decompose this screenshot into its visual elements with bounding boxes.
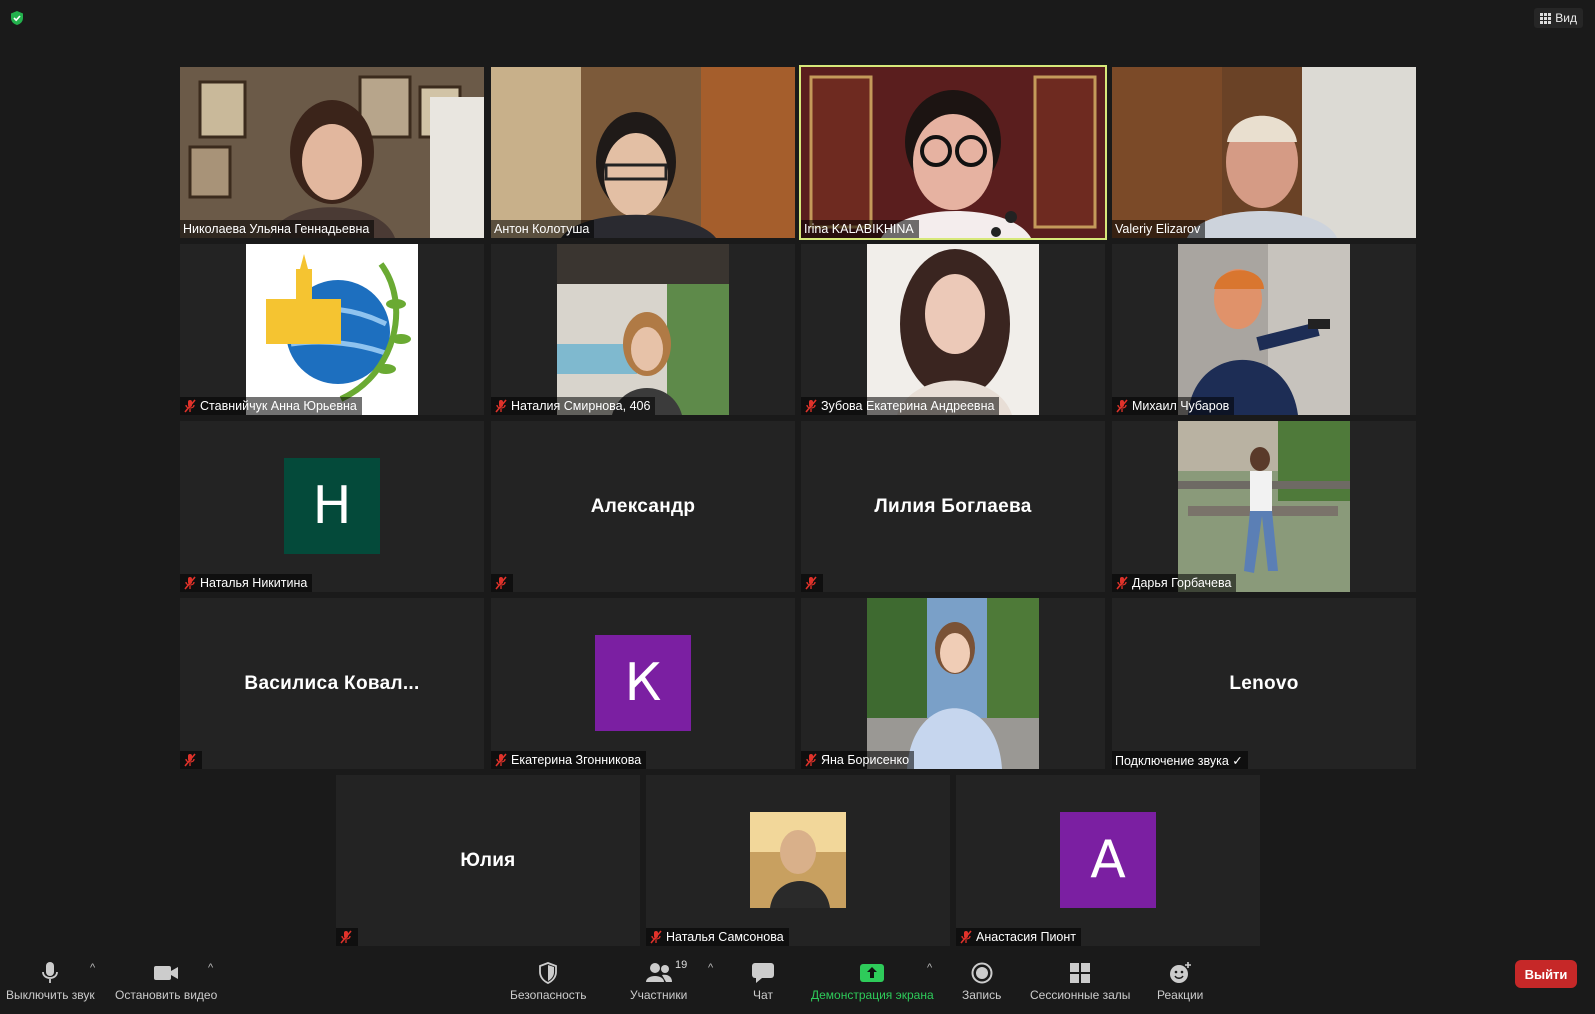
participant-name-label: Михаил Чубаров: [1112, 397, 1235, 415]
profile-picture-logo: [246, 244, 418, 415]
video-tile[interactable]: Valeriy Elizarov: [1112, 67, 1416, 238]
view-button[interactable]: Вид: [1534, 8, 1583, 28]
audio-options-caret[interactable]: ^: [90, 962, 95, 974]
profile-picture: [557, 244, 729, 415]
participant-name-label: [336, 928, 358, 946]
video-tile-active-speaker[interactable]: Irina KALABIKHINA: [799, 65, 1107, 240]
participant-name-label: Николаева Ульяна Геннадьевна: [180, 220, 375, 238]
participant-name-label: [180, 751, 202, 769]
muted-mic-icon: [184, 399, 196, 413]
participant-name-label: Дарья Горбачева: [1112, 574, 1237, 592]
muted-mic-icon: [805, 753, 817, 767]
mute-button[interactable]: Выключить звук: [6, 958, 95, 1002]
muted-mic-icon: [495, 753, 507, 767]
meeting-toolbar: Выключить звук ^ Остановить видео ^ Безо…: [0, 952, 1595, 1014]
participant-name-label: Irina KALABIKHINA: [801, 220, 919, 238]
video-tile[interactable]: Василиса Ковал...: [180, 598, 484, 769]
participant-name-label: Valeriy Elizarov: [1112, 220, 1206, 238]
participant-name-label: Наталья Самсонова: [646, 928, 789, 946]
participants-icon: [645, 963, 672, 982]
video-tile[interactable]: К Екатерина Згонникова: [491, 598, 795, 769]
participant-display-name: Юлия: [460, 849, 516, 871]
share-screen-button[interactable]: Демонстрация экрана: [811, 958, 934, 1002]
video-tile[interactable]: Наталья Самсонова: [646, 775, 950, 946]
record-button[interactable]: Запись: [962, 958, 1001, 1002]
share-options-caret[interactable]: ^: [927, 962, 932, 974]
profile-picture: [867, 598, 1039, 769]
breakout-rooms-icon: [1070, 963, 1091, 983]
participant-name-label: Наталия Смирнова, 406: [491, 397, 656, 415]
video-options-caret[interactable]: ^: [208, 962, 213, 974]
participant-display-name: Лилия Боглаева: [874, 495, 1032, 517]
video-tile[interactable]: Ставнийчук Анна Юрьевна: [180, 244, 484, 415]
video-tile[interactable]: А Анастасия Пионт: [956, 775, 1260, 946]
participant-display-name: Александр: [590, 495, 696, 517]
participant-video: [491, 67, 795, 238]
video-tile[interactable]: Зубова Екатерина Андреевна: [801, 244, 1105, 415]
video-tile[interactable]: Lenovo Подключение звука ✓: [1112, 598, 1416, 769]
profile-picture: [1178, 244, 1350, 415]
video-tile[interactable]: Антон Колотуша: [491, 67, 795, 238]
video-tile[interactable]: Александр: [491, 421, 795, 592]
participant-name-label: Зубова Екатерина Андреевна: [801, 397, 1000, 415]
view-label: Вид: [1555, 11, 1577, 25]
participant-name-label: Екатерина Згонникова: [491, 751, 647, 769]
record-icon: [971, 962, 993, 984]
avatar-letter: А: [1060, 812, 1156, 908]
share-screen-icon: [860, 964, 885, 982]
breakout-rooms-button[interactable]: Сессионные залы: [1030, 958, 1130, 1002]
participant-name-label: [491, 574, 513, 592]
participant-name-label: Наталья Никитина: [180, 574, 313, 592]
security-button[interactable]: Безопасность: [510, 958, 587, 1002]
muted-mic-icon: [184, 753, 196, 767]
muted-mic-icon: [495, 576, 507, 590]
muted-mic-icon: [805, 399, 817, 413]
video-tile[interactable]: Михаил Чубаров: [1112, 244, 1416, 415]
participant-video: [801, 67, 1105, 238]
leave-meeting-button[interactable]: Выйти: [1515, 960, 1577, 988]
muted-mic-icon: [960, 930, 972, 944]
participant-name-label: Подключение звука ✓: [1112, 751, 1248, 769]
video-tile[interactable]: Наталия Смирнова, 406: [491, 244, 795, 415]
chat-button[interactable]: Чат: [751, 958, 775, 1002]
avatar-letter: Н: [284, 458, 380, 554]
profile-picture: [867, 244, 1039, 415]
participant-name-label: [801, 574, 823, 592]
avatar-letter: К: [595, 635, 691, 731]
microphone-icon: [42, 962, 59, 983]
participant-name-label: Антон Колотуша: [491, 220, 595, 238]
video-tile[interactable]: Яна Борисенко: [801, 598, 1105, 769]
shield-icon: [539, 962, 558, 984]
participants-options-caret[interactable]: ^: [708, 962, 713, 974]
participant-name-label: Яна Борисенко: [801, 751, 915, 769]
participant-video: [1112, 67, 1416, 238]
muted-mic-icon: [650, 930, 662, 944]
video-tile[interactable]: Юлия: [336, 775, 640, 946]
profile-picture: [1178, 421, 1350, 592]
video-tile[interactable]: Н Наталья Никитина: [180, 421, 484, 592]
muted-mic-icon: [184, 576, 196, 590]
video-tile[interactable]: Лилия Боглаева: [801, 421, 1105, 592]
security-shield-icon: [11, 11, 23, 25]
participants-count: 19: [675, 959, 688, 971]
muted-mic-icon: [495, 399, 507, 413]
muted-mic-icon: [1116, 576, 1128, 590]
participant-display-name: Василиса Ковал...: [244, 672, 420, 694]
chat-bubble-icon: [752, 963, 774, 983]
participant-video: [180, 67, 484, 238]
muted-mic-icon: [340, 930, 352, 944]
video-camera-icon: [154, 966, 179, 980]
reactions-button[interactable]: Реакции: [1157, 958, 1203, 1002]
smiley-plus-icon: [1170, 962, 1192, 983]
participant-name-label: Анастасия Пионт: [956, 928, 1081, 946]
profile-picture: [750, 812, 846, 908]
video-tile[interactable]: Николаева Ульяна Геннадьевна: [180, 67, 484, 238]
muted-mic-icon: [1116, 399, 1128, 413]
grid-view-icon: [1540, 12, 1552, 24]
participant-name-label: Ставнийчук Анна Юрьевна: [180, 397, 362, 415]
muted-mic-icon: [805, 576, 817, 590]
stop-video-button[interactable]: Остановить видео: [115, 958, 217, 1002]
participant-display-name: Lenovo: [1229, 672, 1299, 694]
video-tile[interactable]: Дарья Горбачева: [1112, 421, 1416, 592]
